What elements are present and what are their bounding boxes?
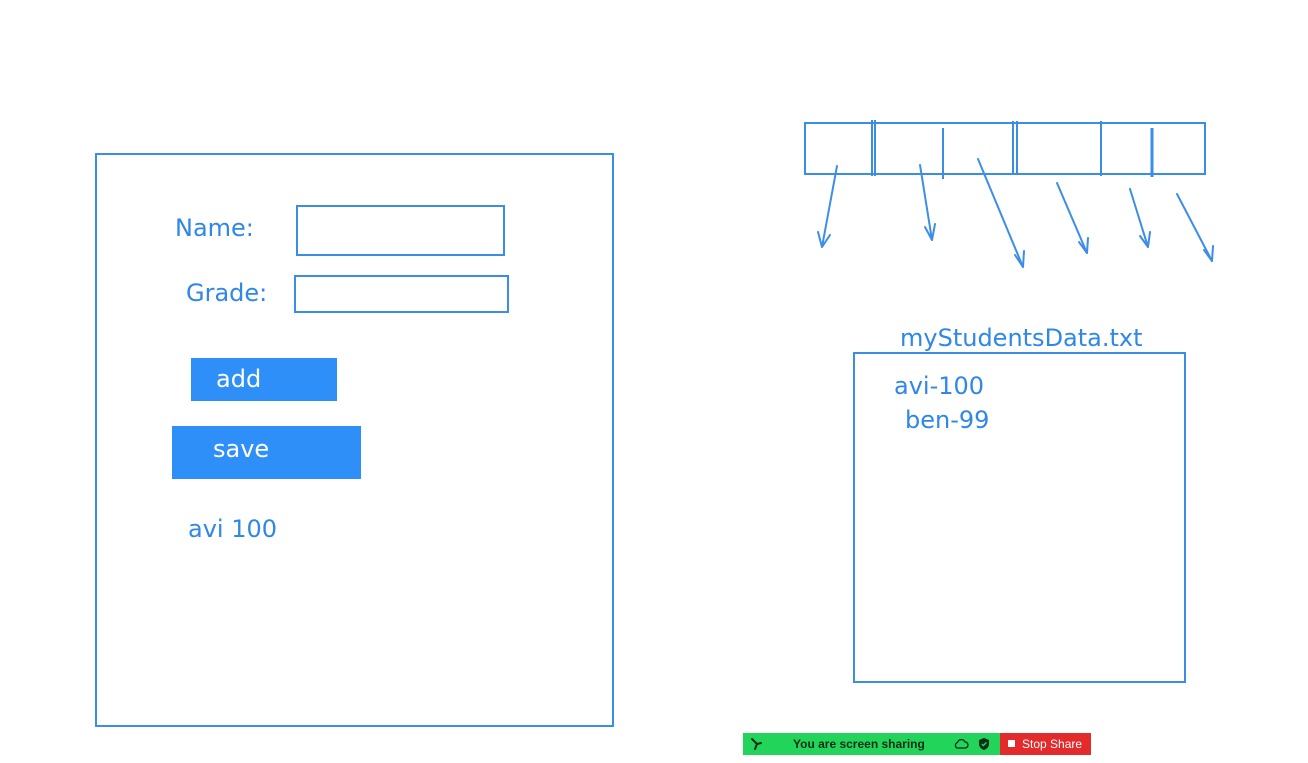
arrow [977,158,1025,268]
cloud-icon[interactable] [953,738,969,750]
share-status-text: You are screen sharing [793,737,925,751]
stop-share-label: Stop Share [1022,737,1083,751]
stop-share-button[interactable]: Stop Share [1000,733,1091,755]
arrow [1056,182,1089,254]
shield-icon[interactable] [978,737,990,751]
stop-square-icon [1008,740,1015,747]
arrow [1176,193,1214,262]
arrow [1129,188,1151,248]
arrow [919,164,936,241]
file-line: ben-99 [905,406,990,434]
file-line: avi-100 [894,372,985,400]
screen-share-bar: You are screen sharing Stop Share [743,733,1091,755]
stream-buffer-outline [804,122,1206,175]
file-title: myStudentsData.txt [900,324,1143,352]
drag-handle-icon[interactable] [750,737,762,751]
arrow [817,165,838,248]
share-status-area: You are screen sharing [743,733,1000,755]
file-contents-frame [853,352,1186,683]
whiteboard-canvas: Name: Grade: add save avi 100 myStudents… [0,0,1308,763]
